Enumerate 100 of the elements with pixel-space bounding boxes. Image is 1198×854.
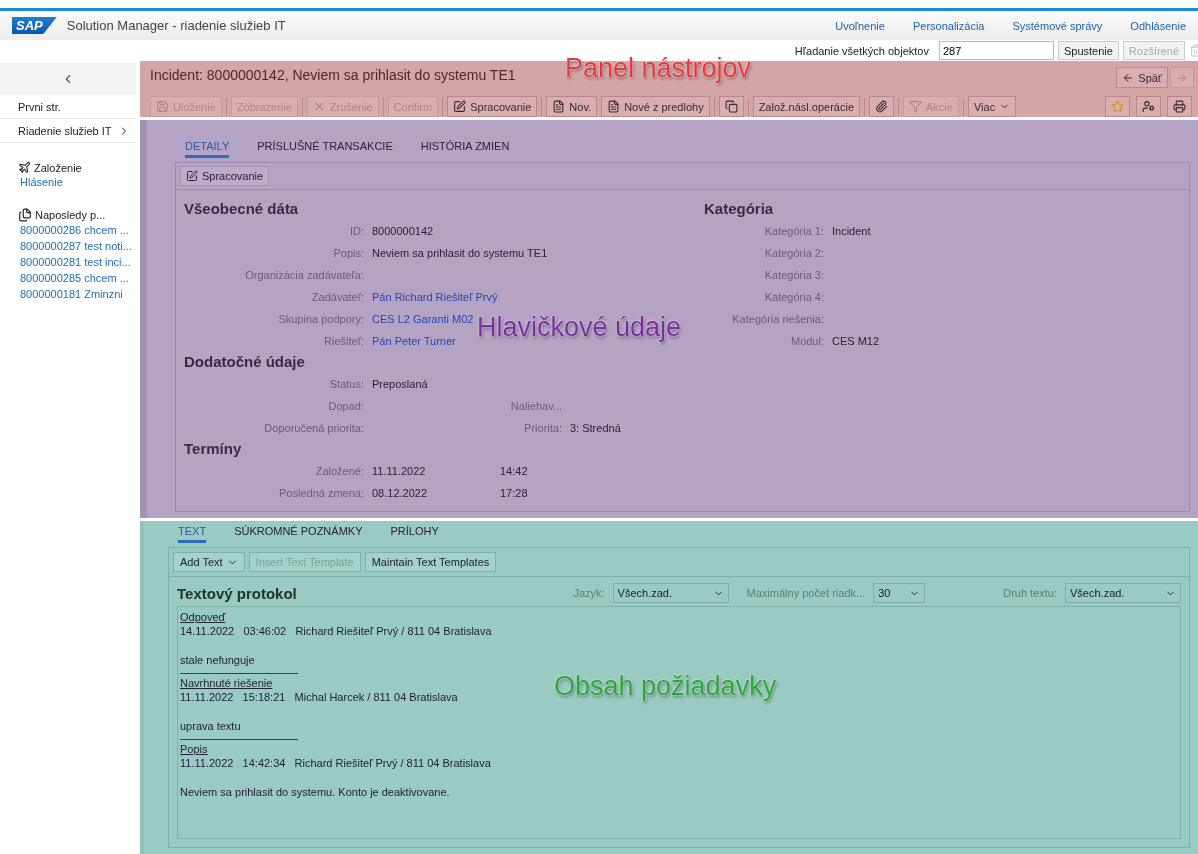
- dropdown[interactable]: 30: [873, 583, 926, 603]
- tab[interactable]: HISTÓRIA ZMIEN: [420, 140, 510, 158]
- recent-link[interactable]: 8000000287 test noti...: [0, 238, 136, 254]
- paperclip-icon: [875, 100, 889, 113]
- field-value: 8000000142: [372, 224, 434, 239]
- recent-link[interactable]: 8000000285 chcem ...: [0, 270, 136, 286]
- entry-text: stale nefunguje: [180, 653, 255, 667]
- field-value: 3: Stredná: [570, 421, 621, 436]
- section-heading: Textový protokol: [177, 584, 298, 602]
- field-link[interactable]: Pán Peter Turner: [372, 333, 456, 349]
- field-value: Neviem sa prihlasit do systemu TE1: [372, 246, 548, 261]
- section-heading: Všeobecné dáta: [184, 200, 300, 217]
- field-link[interactable]: Pán Richard Riešiteľ Prvý: [372, 289, 498, 305]
- entry-meta: 11.11.2022 14:42:34 Richard Riešiteľ Prvý / 811 04 Bratislava: [180, 756, 491, 770]
- filter-label: Druh textu:: [1003, 587, 1057, 599]
- menu-button[interactable]: Viac: [967, 96, 1017, 117]
- field-value: CES M12: [832, 334, 880, 349]
- entry-meta: 14.11.2022 03:46:02 Richard Riešiteľ Prvý / 811 04 Bratislava: [180, 624, 492, 638]
- recent-link[interactable]: 8000000286 chcem ...: [0, 222, 136, 238]
- section-heading: Dodatočné údaje: [184, 353, 306, 370]
- document-icon: [607, 100, 621, 113]
- search-label: Hľadanie všetkých objektov: [794, 44, 929, 57]
- field-label: Kategória riešenia:: [731, 312, 824, 327]
- star-icon: [1111, 100, 1124, 113]
- toolbar-button[interactable]: Založ.násl.operácie: [752, 96, 861, 117]
- tab[interactable]: PRÍSLUŠNÉ TRANSAKCIE: [257, 140, 393, 158]
- section-heading: Termíny: [184, 440, 243, 457]
- annotation-label: Obsah požiadavky: [554, 671, 777, 702]
- printer-icon: [1173, 100, 1186, 113]
- edit-icon: [453, 100, 467, 113]
- app-title: Solution Manager - riadenie služieb IT: [66, 18, 287, 33]
- tab[interactable]: SÚKROMNÉ POZNÁMKY: [234, 525, 363, 543]
- field-label: Kategória 3:: [763, 268, 824, 283]
- search-button[interactable]: Spustenie: [1057, 41, 1119, 60]
- section-title: Naposledy p...: [35, 209, 106, 221]
- object-title: Incident: 8000000142, Neviem sa prihlasit do systemu TE1: [150, 67, 516, 85]
- nav-item[interactable]: Riadenie služieb IT: [0, 119, 136, 143]
- field-value: Incident: [832, 224, 871, 239]
- field-value: 08.12.2022: [372, 486, 428, 501]
- filter-icon: [909, 100, 923, 113]
- field-label: Priorita:: [523, 421, 562, 436]
- field-label: Kategória 2:: [763, 246, 824, 261]
- section-heading: Kategória: [704, 200, 775, 217]
- copy-icon: [724, 100, 738, 113]
- header-link[interactable]: Personalizácia: [912, 19, 985, 32]
- field-label: Posledná zmena:: [278, 486, 364, 501]
- field-label: Riešiteľ:: [323, 334, 364, 349]
- field-label: Skupina podpory:: [277, 312, 364, 327]
- edit-button[interactable]: Spracovanie: [180, 166, 270, 186]
- field-value: 17:28: [500, 486, 528, 501]
- toolbar-button[interactable]: Spracovanie: [447, 96, 538, 117]
- field-label: Zadávateľ:: [310, 290, 364, 305]
- field-label: Status:: [328, 377, 364, 392]
- arrow-icon: [1122, 71, 1135, 84]
- header-link[interactable]: Uvoľnenie: [835, 19, 885, 32]
- user-gear-icon: [1142, 100, 1155, 113]
- search-field[interactable]: 287: [938, 41, 1054, 60]
- toolbar-button[interactable]: Maintain Text Templates: [364, 552, 497, 572]
- paperclip-icon-button[interactable]: [869, 96, 895, 117]
- dropdown[interactable]: Všech.zad.: [612, 583, 729, 603]
- save-icon: [156, 100, 169, 113]
- dropdown[interactable]: Všech.zad.: [1065, 583, 1181, 603]
- field-label: Popis:: [332, 246, 364, 261]
- print-button[interactable]: [1167, 96, 1192, 117]
- header-link[interactable]: Odhlásenie: [1130, 19, 1186, 32]
- field-value: 14:42: [500, 464, 528, 479]
- field-label: ID:: [348, 224, 364, 239]
- field-label: Modul:: [789, 334, 824, 349]
- copy-icon-button[interactable]: [718, 96, 744, 117]
- sidebar-link[interactable]: Hlásenie: [0, 174, 136, 190]
- entry-meta: 11.11.2022 15:18:21 Michal Harcek / 811 04 Bratislava: [180, 690, 458, 704]
- nav-item[interactable]: Prvni str.: [0, 95, 136, 119]
- toolbar-button[interactable]: Nové z predlohy: [601, 96, 710, 117]
- field-label: Organizácia zadávateľa:: [244, 268, 364, 283]
- entry-text: Neviem sa prihlasit do systemu. Konto je deaktivovane.: [180, 785, 450, 799]
- field-label: Kategória 4:: [763, 290, 824, 305]
- header-link[interactable]: Systémové správy: [1012, 19, 1103, 32]
- back-button[interactable]: Späť: [1116, 67, 1168, 88]
- menu-button[interactable]: Add Text: [173, 552, 245, 572]
- entry-text: uprava textu: [180, 719, 241, 733]
- star-button[interactable]: [1105, 96, 1130, 117]
- documents-icon: [18, 208, 32, 222]
- field-value: 11.11.2022: [372, 464, 426, 479]
- toolbar-button[interactable]: Nov.: [546, 96, 598, 117]
- arrow-icon: [1176, 71, 1188, 84]
- tab[interactable]: PRÍLOHY: [390, 525, 439, 543]
- field-label: Naliehav...: [509, 399, 562, 414]
- plane-icon: [18, 161, 31, 174]
- tab[interactable]: TEXT: [178, 525, 207, 543]
- document-icon: [552, 100, 566, 113]
- user-settings-button[interactable]: [1136, 96, 1161, 117]
- field-label: Doporučená priorita:: [263, 421, 364, 436]
- field-link[interactable]: CES L2 Garanti M02: [372, 311, 474, 327]
- recent-link[interactable]: 8000000281 test inci...: [0, 254, 136, 270]
- entry-type: Popis: [180, 742, 208, 756]
- recent-link[interactable]: 8000000181 Zminzni: [0, 286, 136, 302]
- annotation-label: Hlavičkové údaje: [477, 312, 682, 343]
- filter-label: Maximálny počet riadk...: [746, 587, 866, 599]
- entry-type: Odpoveď: [180, 610, 226, 624]
- edit-icon: [186, 170, 198, 182]
